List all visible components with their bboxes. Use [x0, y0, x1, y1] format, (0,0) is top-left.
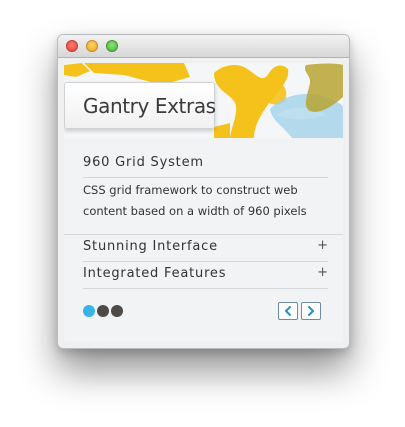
- widget-title-box: Gantry Extras: [64, 82, 216, 129]
- gantry-widget: Gantry Extras 960 Grid System CSS grid f…: [64, 63, 343, 342]
- accordion-item-description: CSS grid framework to construct web cont…: [83, 183, 307, 218]
- accordion-item-label: Integrated Features: [83, 266, 227, 281]
- decorative-banner: Gantry Extras: [64, 63, 343, 138]
- pager-dot-2[interactable]: [97, 305, 109, 317]
- previous-button[interactable]: [278, 302, 298, 320]
- close-window-button[interactable]: [66, 40, 78, 52]
- title-bar: [58, 35, 349, 58]
- expand-plus-icon[interactable]: +: [317, 238, 328, 253]
- pager-dot-1-active[interactable]: [83, 305, 95, 317]
- accordion-item-label: 960 Grid System: [83, 155, 204, 170]
- expand-plus-icon[interactable]: +: [317, 265, 328, 280]
- app-window: Gantry Extras 960 Grid System CSS grid f…: [57, 34, 350, 349]
- chevron-left-icon: [285, 306, 291, 316]
- accordion-item-integrated-features[interactable]: Integrated Features +: [83, 262, 328, 289]
- next-button[interactable]: [301, 302, 321, 320]
- chevron-right-icon: [308, 306, 314, 316]
- zoom-window-button[interactable]: [106, 40, 118, 52]
- minimize-window-button[interactable]: [86, 40, 98, 52]
- widget-title: Gantry Extras: [83, 94, 216, 118]
- accordion-item-960-grid[interactable]: 960 Grid System: [83, 151, 328, 178]
- pager-dot-3[interactable]: [111, 305, 123, 317]
- accordion-item-label: Stunning Interface: [83, 239, 218, 254]
- accordion-item-stunning-interface[interactable]: Stunning Interface +: [83, 235, 328, 262]
